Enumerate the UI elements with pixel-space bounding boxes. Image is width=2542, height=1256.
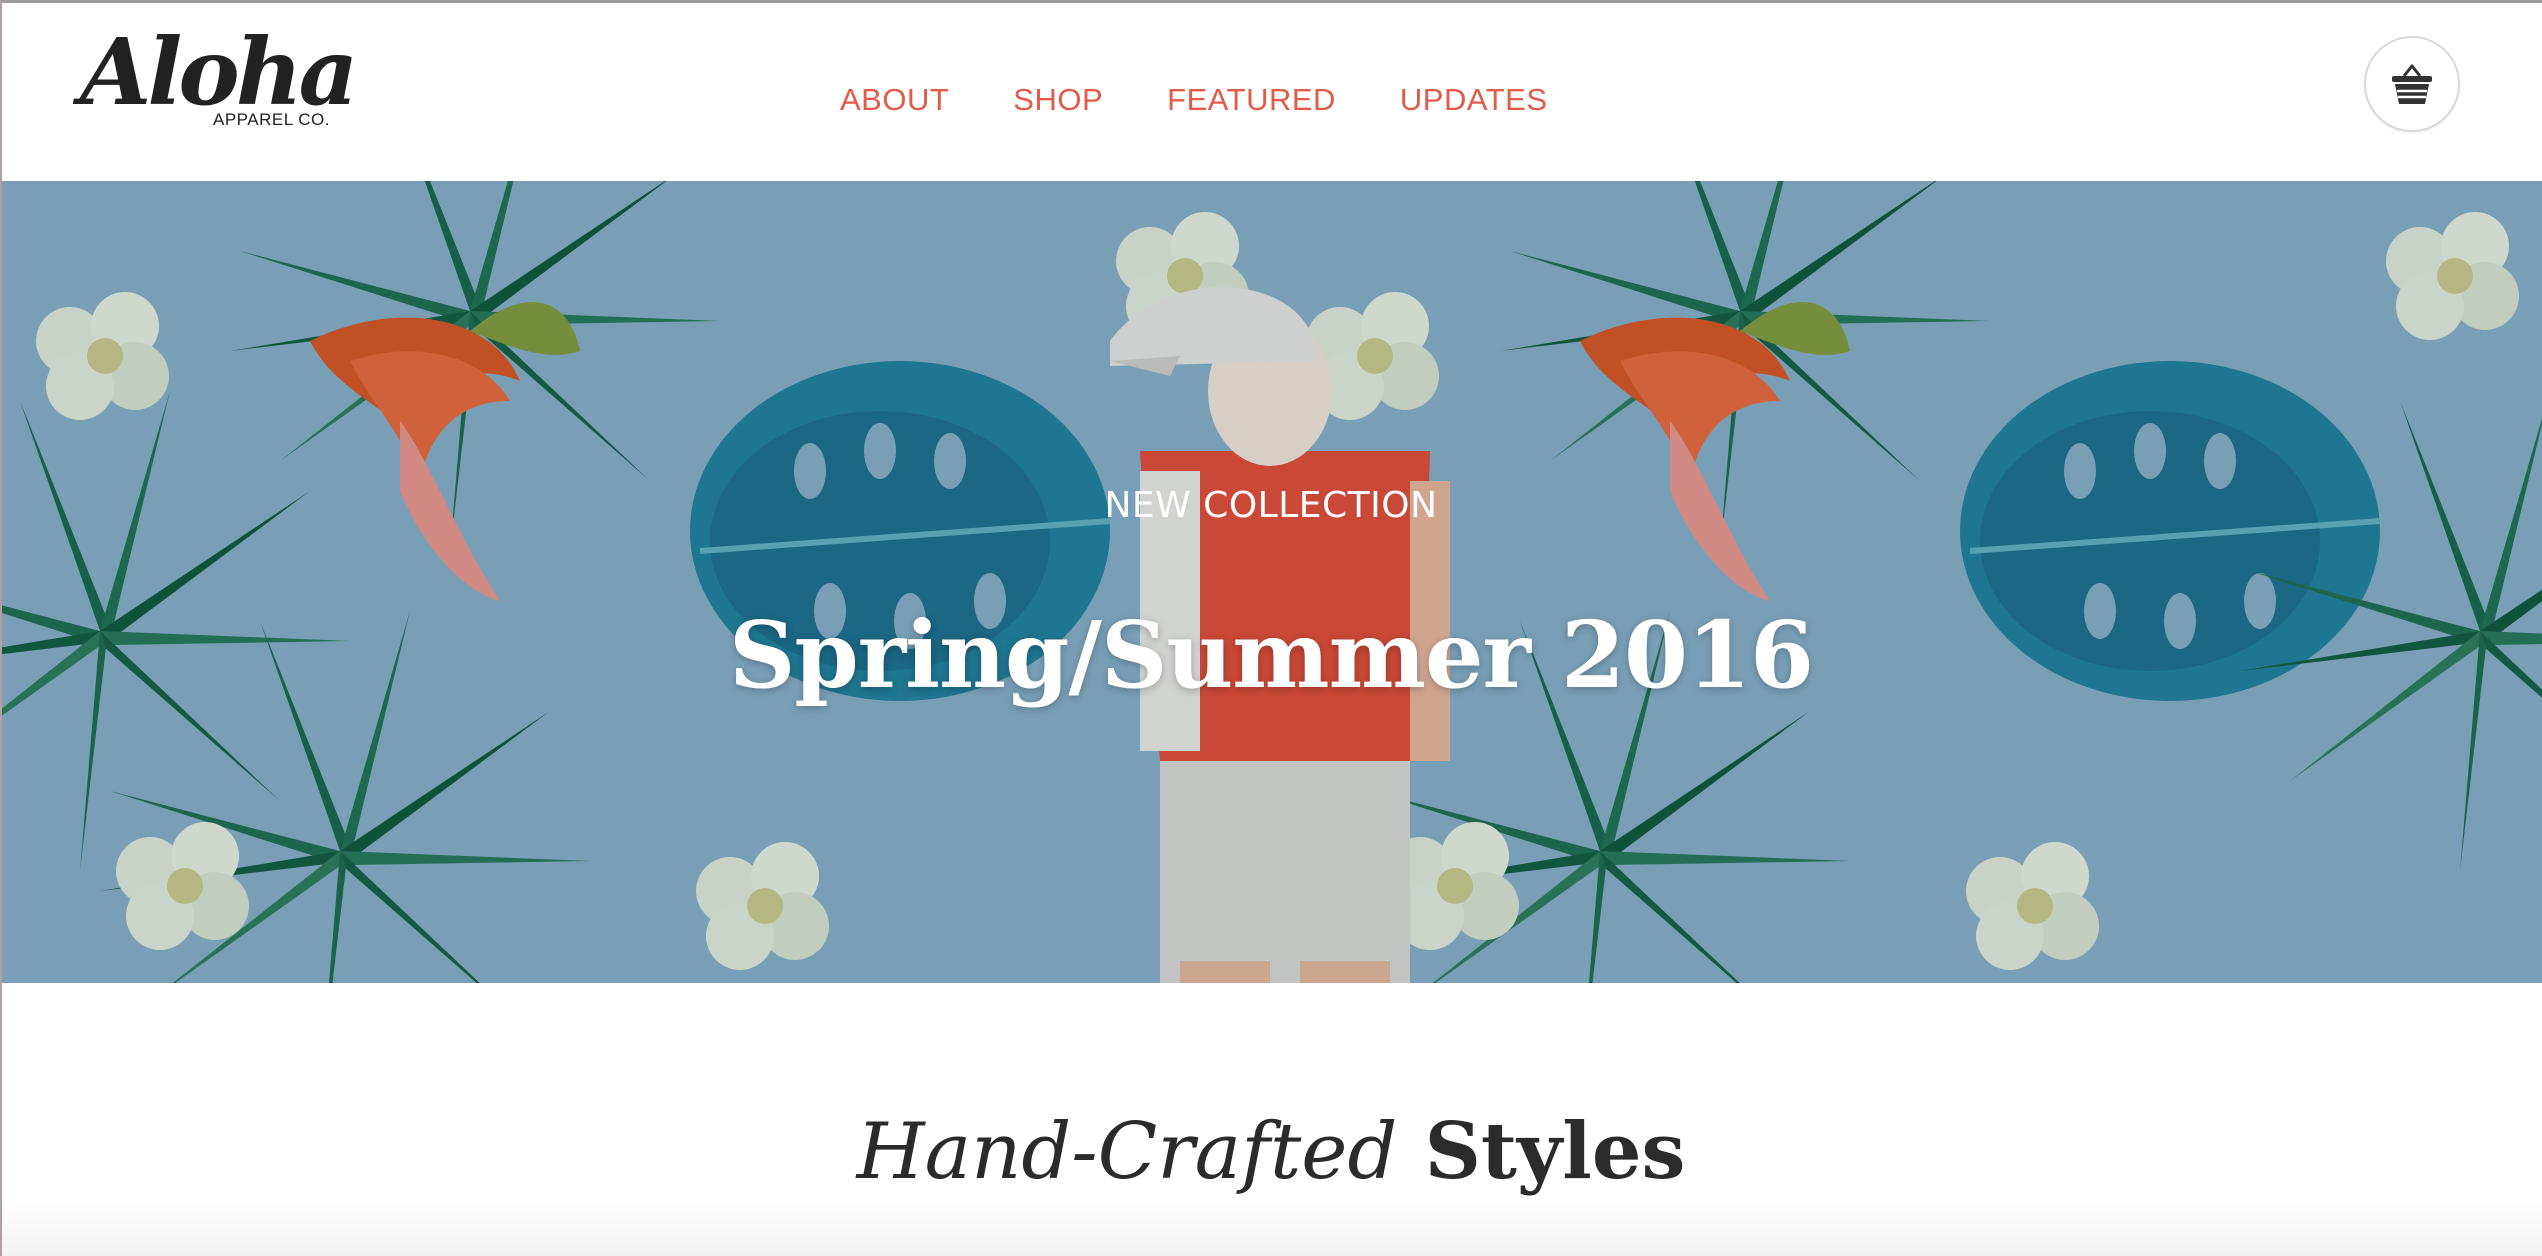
logo-subtitle: APPAREL CO. xyxy=(213,110,330,129)
hero-overlay xyxy=(0,181,2542,983)
logo-wordmark: Aloha xyxy=(80,18,358,126)
nav-link-featured[interactable]: FEATURED xyxy=(1167,82,1336,118)
bottom-fade xyxy=(0,1200,2542,1256)
hero-eyebrow: NEW COLLECTION xyxy=(1104,485,1438,526)
brand-logo[interactable]: Aloha APPAREL CO. xyxy=(80,26,358,136)
hero-title: Spring/Summer 2016 xyxy=(728,601,1814,709)
cart-button[interactable] xyxy=(2364,36,2460,132)
nav-link-updates[interactable]: UPDATES xyxy=(1400,82,1548,118)
section-heading-bold: Styles xyxy=(1424,1106,1686,1197)
hero-banner: NEW COLLECTION Spring/Summer 2016 xyxy=(0,181,2542,983)
main-nav: ABOUT SHOP FEATURED UPDATES xyxy=(840,82,1548,118)
nav-link-about[interactable]: ABOUT xyxy=(840,82,949,118)
basket-icon xyxy=(2392,64,2432,104)
site-header: Aloha APPAREL CO. ABOUT SHOP FEATURED UP… xyxy=(0,0,2542,181)
section-heading: Hand-Crafted Styles xyxy=(0,1106,2542,1197)
nav-link-shop[interactable]: SHOP xyxy=(1013,82,1103,118)
section-heading-italic: Hand-Crafted xyxy=(856,1107,1398,1197)
